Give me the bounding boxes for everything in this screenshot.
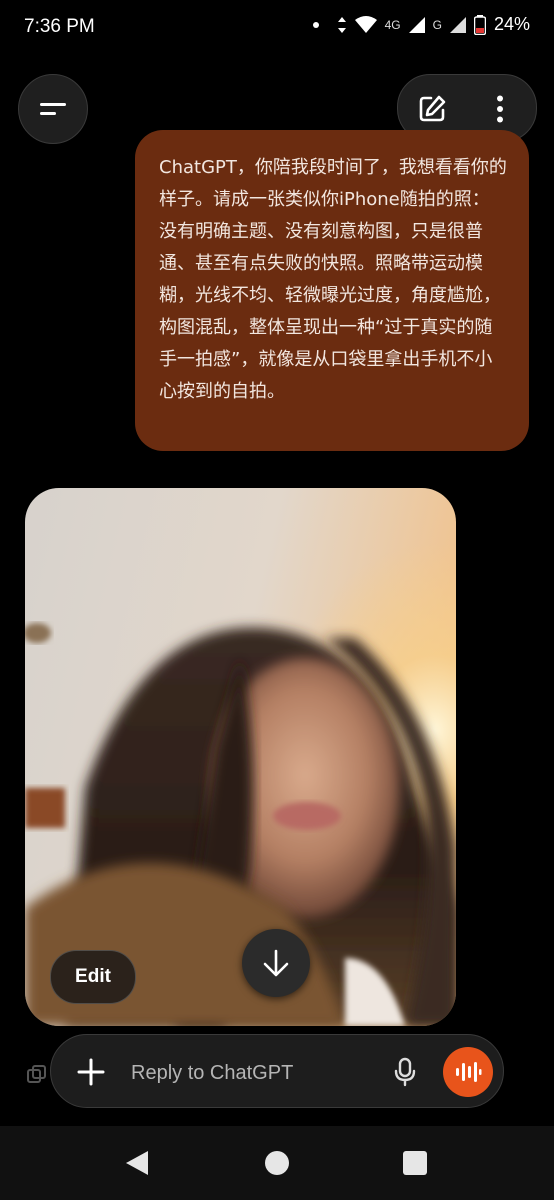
notification-dot-icon: [312, 21, 319, 28]
data-arrows-icon: [337, 16, 346, 33]
voice-mode-button[interactable]: [443, 1047, 493, 1097]
new-chat-button[interactable]: [412, 89, 452, 129]
signal-icon: [408, 16, 425, 33]
copy-icon[interactable]: [26, 1064, 48, 1086]
attach-button[interactable]: [71, 1052, 111, 1092]
generated-image[interactable]: [25, 488, 456, 1026]
reply-input[interactable]: [129, 1053, 383, 1093]
menu-button[interactable]: [18, 74, 88, 144]
status-icons: 4G G 24%: [312, 14, 530, 35]
generated-photo-illustration: [25, 488, 456, 1026]
battery-icon: [473, 14, 486, 35]
dictation-button[interactable]: [385, 1052, 425, 1092]
edit-pencil-icon: [419, 95, 446, 122]
vertical-dots-icon: [497, 95, 503, 123]
arrow-down-icon: [263, 949, 289, 977]
user-message-bubble: ChatGPT，你陪我段时间了，我想看看你的样子。请成一张类似你iPhone随拍…: [135, 130, 529, 451]
network-type-4g: 4G: [384, 17, 401, 32]
recent-apps-icon[interactable]: [403, 1151, 427, 1175]
scroll-to-bottom-button[interactable]: [242, 929, 310, 997]
network-type-g: G: [432, 17, 442, 32]
microphone-icon: [394, 1057, 416, 1087]
status-time: 7:36 PM: [24, 16, 95, 37]
image-edit-button[interactable]: Edit: [50, 950, 136, 1004]
more-options-button[interactable]: [480, 89, 520, 129]
message-composer: [50, 1034, 504, 1108]
home-icon[interactable]: [265, 1151, 289, 1175]
user-message-text: ChatGPT，你陪我段时间了，我想看看你的样子。请成一张类似你iPhone随拍…: [159, 157, 507, 402]
wifi-icon: [354, 15, 377, 33]
voice-wave-icon: [456, 1062, 482, 1082]
system-navigation-bar: [0, 1126, 554, 1200]
plus-icon: [77, 1058, 105, 1086]
signal-secondary-icon: [449, 16, 466, 33]
battery-percent: 24%: [493, 14, 530, 34]
status-bar: 7:36 PM 4G G 24%: [0, 0, 554, 56]
hamburger-menu-icon: [40, 103, 66, 115]
chat-screen: 7:36 PM 4G G 24% ChatGPT，你陪我段时间了，我想看看你的样…: [0, 0, 554, 1200]
back-icon[interactable]: [124, 1150, 150, 1176]
